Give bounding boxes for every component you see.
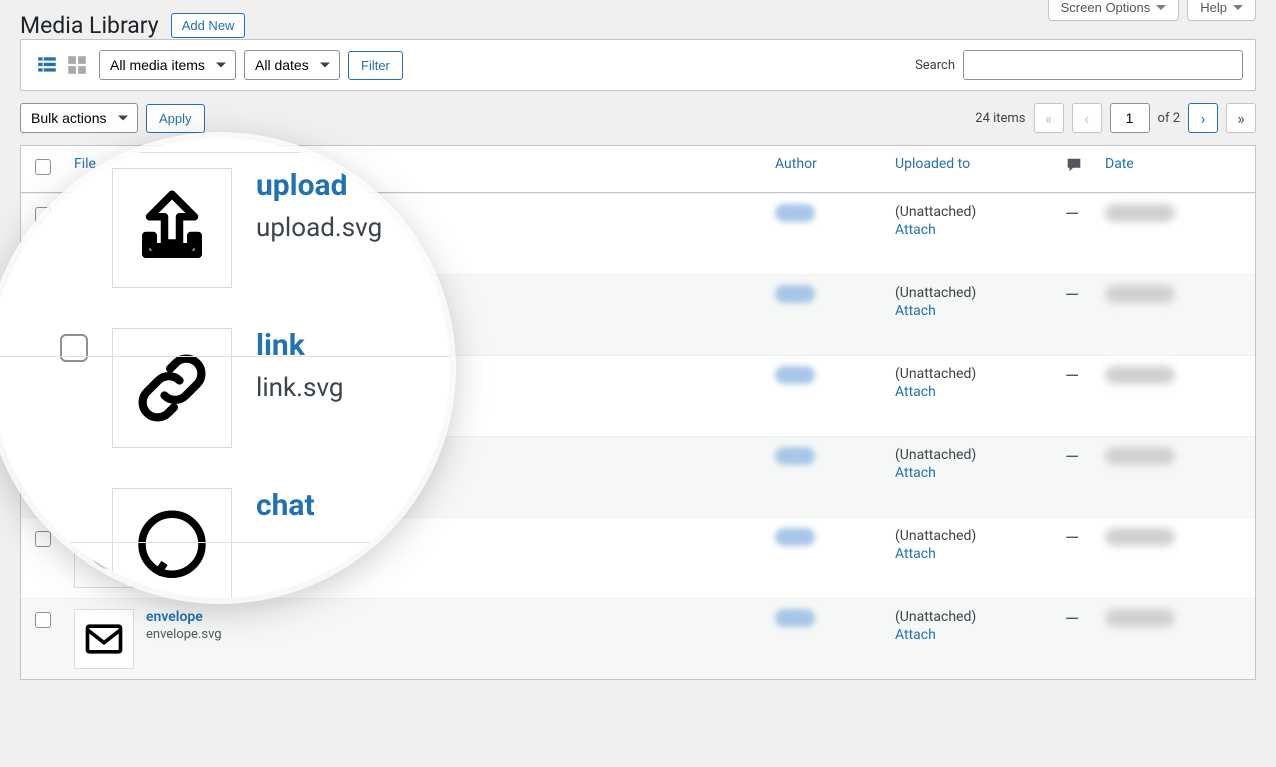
apply-button[interactable]: Apply: [146, 104, 205, 133]
page-title-text: Media Library: [20, 12, 159, 39]
page-of-label: of 2: [1158, 111, 1180, 126]
date-blurred: [1105, 528, 1175, 546]
last-page-button[interactable]: »: [1226, 103, 1256, 133]
date-blurred: [1105, 285, 1175, 303]
media-title-link[interactable]: chat: [256, 488, 315, 523]
magnifier-overlay: upload upload.svg link link.svg chat: [0, 138, 450, 598]
media-filename: envelope.svg: [146, 627, 222, 642]
table-row: envelope envelope.svg (Unattached) Attac…: [21, 598, 1255, 679]
filter-button[interactable]: Filter: [348, 51, 403, 80]
next-page-button[interactable]: ›: [1188, 103, 1218, 133]
media-title-link[interactable]: upload: [256, 168, 382, 203]
media-filename: link.svg: [256, 373, 343, 403]
comments-dash: —: [1065, 609, 1079, 630]
row-checkbox[interactable]: [35, 612, 51, 628]
upload-icon: [127, 183, 217, 273]
first-page-button[interactable]: «: [1034, 103, 1064, 133]
uploaded-to-text: (Unattached): [895, 204, 976, 220]
comments-dash: —: [1065, 204, 1079, 225]
comments-dash: —: [1065, 528, 1079, 549]
dates-select[interactable]: All dates: [244, 50, 340, 80]
comments-dash: —: [1065, 366, 1079, 387]
media-thumbnail[interactable]: [112, 488, 232, 598]
date-blurred: [1105, 447, 1175, 465]
chevron-down-icon: [1156, 5, 1166, 10]
media-title-link[interactable]: envelope: [146, 609, 203, 625]
media-filename: upload.svg: [256, 213, 382, 243]
prev-page-button[interactable]: ‹: [1072, 103, 1102, 133]
help-button[interactable]: Help: [1187, 0, 1256, 21]
date-blurred: [1105, 609, 1175, 627]
comments-dash: —: [1065, 447, 1079, 468]
list-view-button[interactable]: [33, 51, 61, 79]
pagination: 24 items « ‹ of 2 › »: [975, 103, 1256, 133]
add-new-button[interactable]: Add New: [171, 13, 246, 38]
bulk-actions-select[interactable]: Bulk actions: [20, 103, 138, 133]
media-type-select[interactable]: All media items: [99, 50, 236, 80]
attach-link[interactable]: Attach: [895, 222, 1045, 238]
date-blurred: [1105, 204, 1175, 222]
author-blurred: [775, 366, 815, 384]
attach-link[interactable]: Attach: [895, 384, 1045, 400]
screen-options-label: Screen Options: [1061, 0, 1151, 15]
chat-icon: [127, 503, 217, 593]
uploaded-to-text: (Unattached): [895, 447, 976, 463]
date-blurred: [1105, 366, 1175, 384]
media-thumbnail[interactable]: [112, 168, 232, 288]
author-blurred: [775, 528, 815, 546]
grid-view-button[interactable]: [63, 51, 91, 79]
media-title-link[interactable]: link: [256, 328, 343, 363]
help-label: Help: [1200, 0, 1227, 15]
grid-icon: [66, 54, 88, 76]
author-blurred: [775, 609, 815, 627]
comments-dash: —: [1065, 285, 1079, 306]
comments-icon: [1065, 156, 1083, 174]
media-thumbnail[interactable]: [74, 609, 134, 669]
author-blurred: [775, 285, 815, 303]
search-input[interactable]: [963, 50, 1243, 80]
filter-bar: All media items All dates Filter Search: [20, 39, 1256, 91]
attach-link[interactable]: Attach: [895, 303, 1045, 319]
uploaded-to-text: (Unattached): [895, 528, 976, 544]
uploaded-to-text: (Unattached): [895, 285, 976, 301]
search-label: Search: [915, 58, 955, 73]
author-blurred: [775, 447, 815, 465]
uploaded-to-text: (Unattached): [895, 609, 976, 625]
column-date[interactable]: Date: [1105, 156, 1134, 172]
media-thumbnail[interactable]: [112, 328, 232, 448]
item-count: 24 items: [975, 111, 1025, 126]
column-author[interactable]: Author: [775, 156, 817, 172]
uploaded-to-text: (Unattached): [895, 366, 976, 382]
chevron-down-icon: [1233, 5, 1243, 10]
attach-link[interactable]: Attach: [895, 546, 1045, 562]
author-blurred: [775, 204, 815, 222]
row-checkbox[interactable]: [60, 334, 88, 362]
envelope-icon: [82, 617, 126, 661]
attach-link[interactable]: Attach: [895, 627, 1045, 643]
screen-options-button[interactable]: Screen Options: [1048, 0, 1180, 21]
list-icon: [36, 54, 58, 76]
current-page-input[interactable]: [1110, 103, 1150, 133]
attach-link[interactable]: Attach: [895, 465, 1045, 481]
column-uploaded-to[interactable]: Uploaded to: [895, 156, 970, 172]
